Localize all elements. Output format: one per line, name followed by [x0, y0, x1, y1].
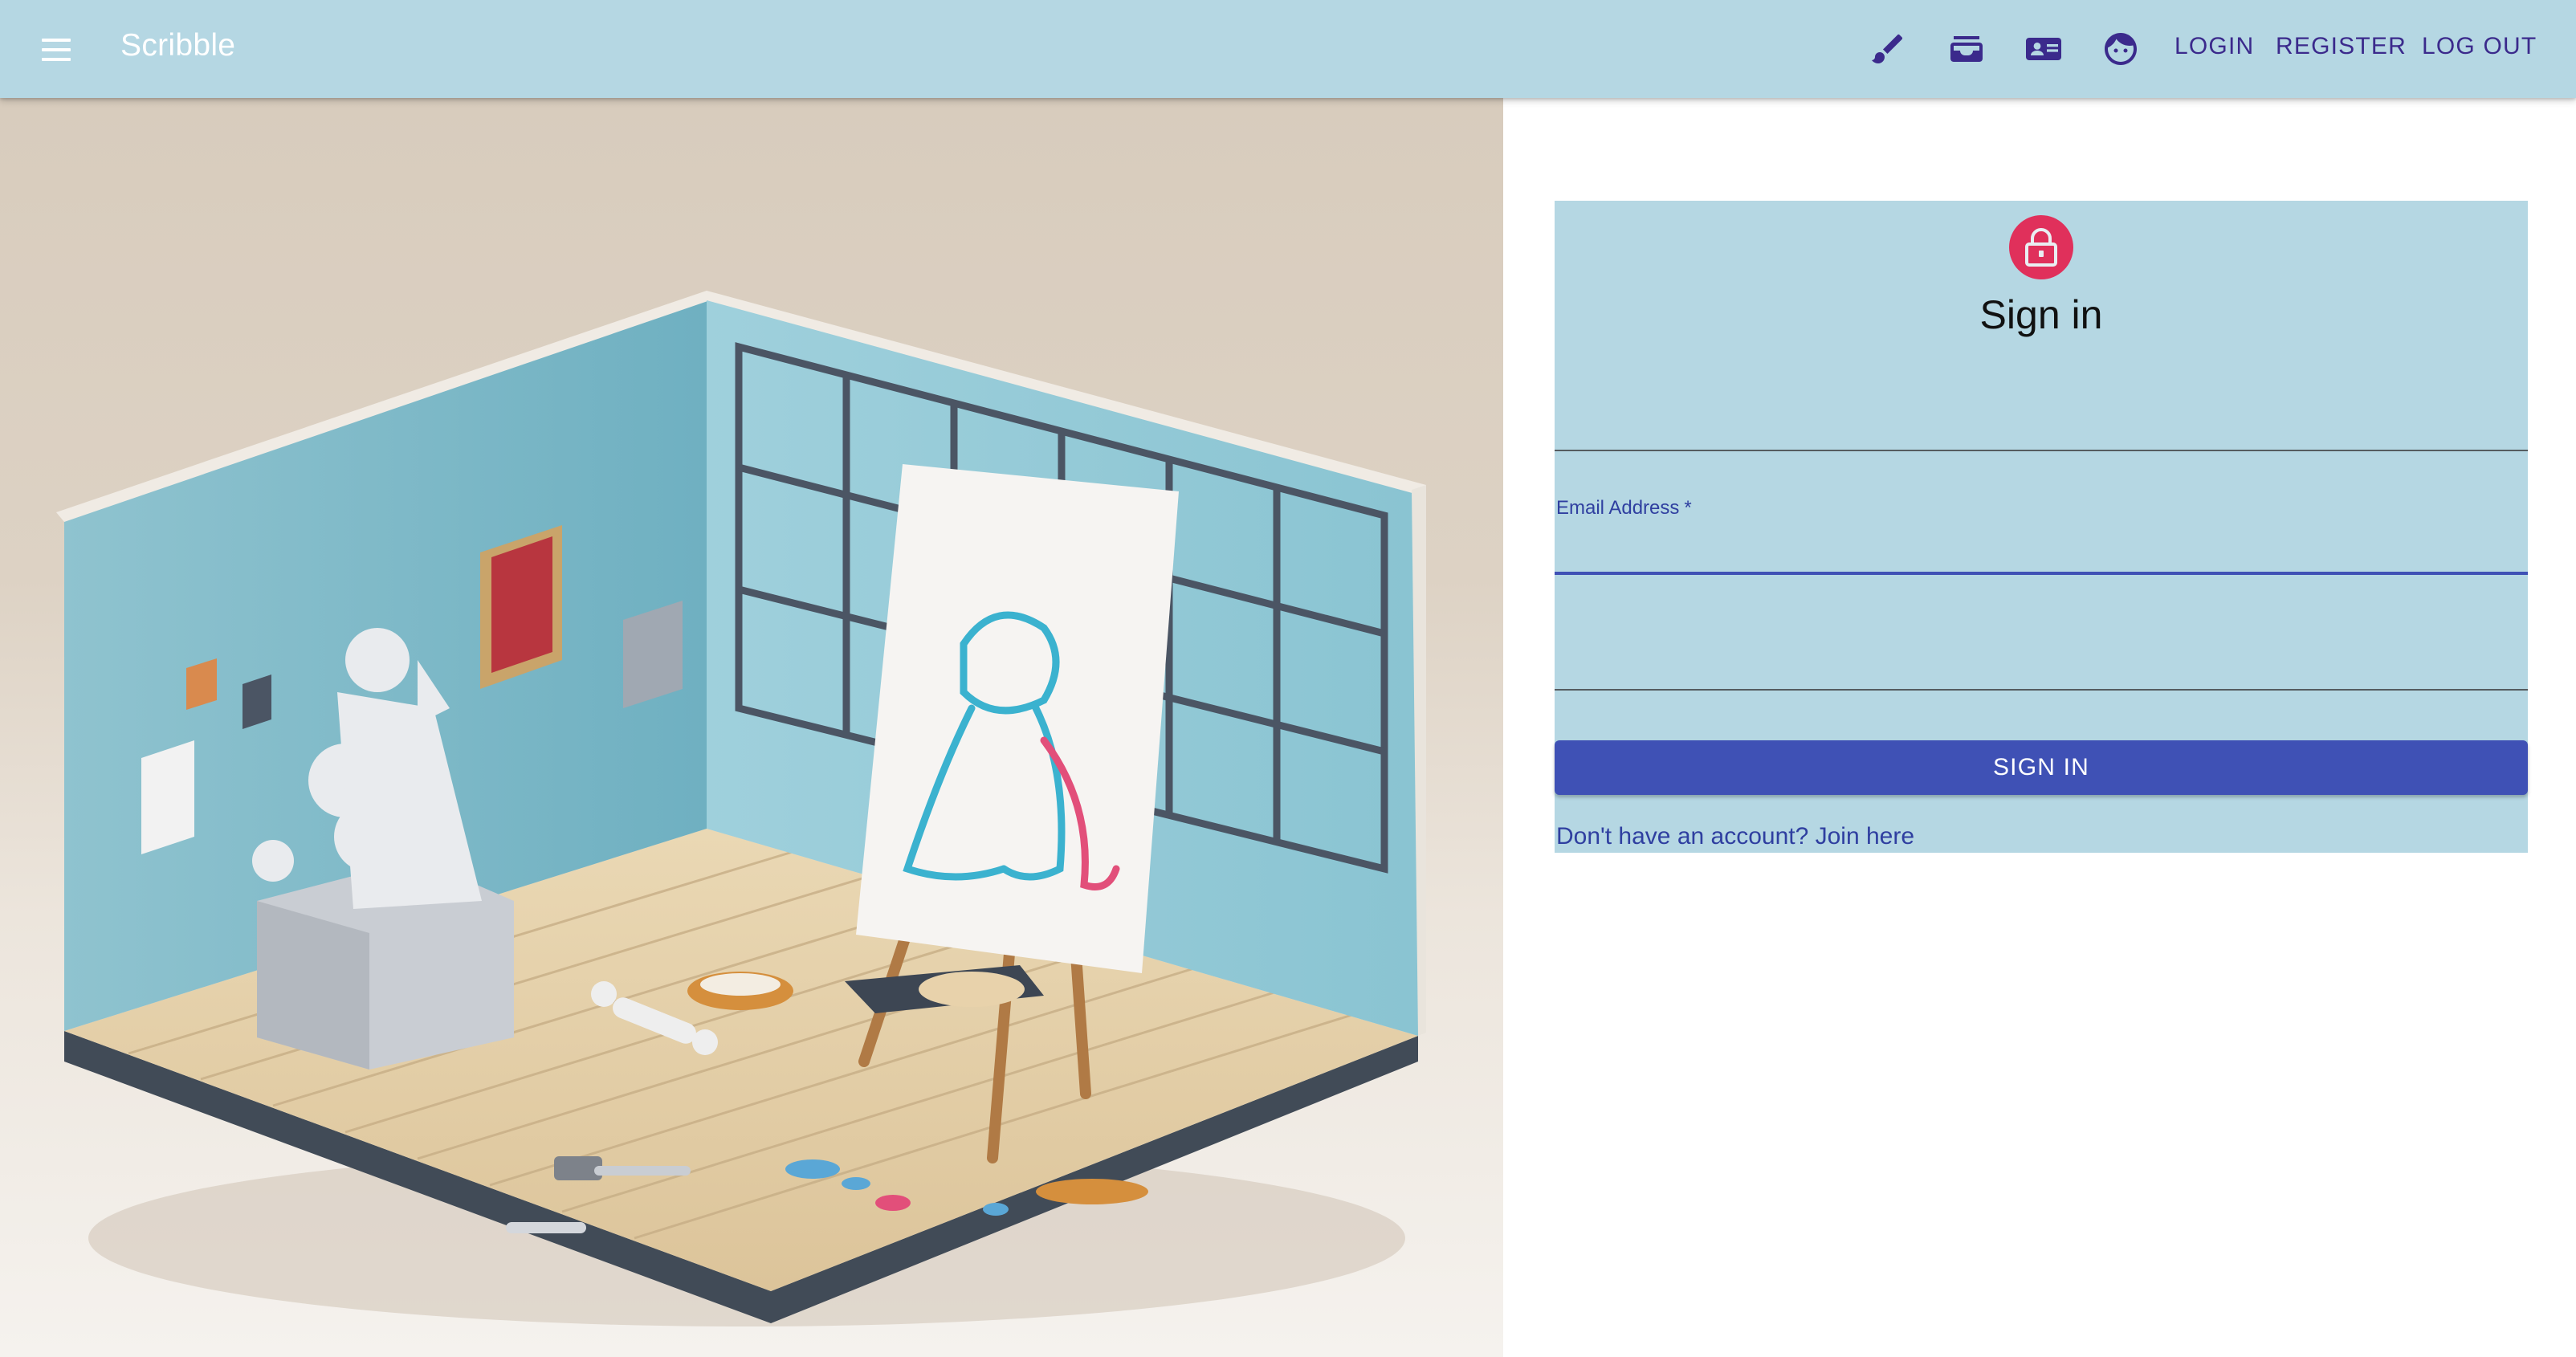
required-asterisk: * — [1684, 497, 1692, 519]
lock-icon — [2025, 228, 2057, 267]
inbox-icon[interactable] — [1940, 22, 1993, 75]
email-label: Email Address * — [1556, 496, 1692, 520]
signin-title: Sign in — [1979, 292, 2103, 337]
paintbrush-icon[interactable] — [1861, 22, 1914, 75]
join-link[interactable]: Don't have an account? Join here — [1556, 821, 1914, 853]
app-title: Scribble — [120, 28, 236, 63]
hero-illustration — [0, 98, 1503, 1357]
art-studio-illustration — [56, 291, 1426, 1326]
login-link[interactable]: LOGIN — [2175, 31, 2254, 63]
email-label-text: Email Address — [1556, 497, 1680, 519]
face-icon[interactable] — [2094, 22, 2147, 75]
lock-avatar — [2009, 215, 2073, 279]
email-field[interactable] — [1555, 471, 2528, 575]
signin-panel: Sign in Email Address * SIGN IN Don't hav… — [1555, 201, 2528, 853]
top-input-field[interactable] — [1555, 385, 2528, 451]
app-bar: Scribble LOGIN REGISTER LOG OUT — [0, 0, 2576, 98]
signin-button[interactable]: SIGN IN — [1555, 740, 2528, 795]
logout-link[interactable]: LOG OUT — [2422, 31, 2537, 63]
password-field[interactable] — [1555, 586, 2528, 691]
hamburger-menu-icon[interactable] — [35, 29, 77, 71]
register-link[interactable]: REGISTER — [2276, 31, 2407, 63]
id-card-icon[interactable] — [2017, 22, 2070, 75]
